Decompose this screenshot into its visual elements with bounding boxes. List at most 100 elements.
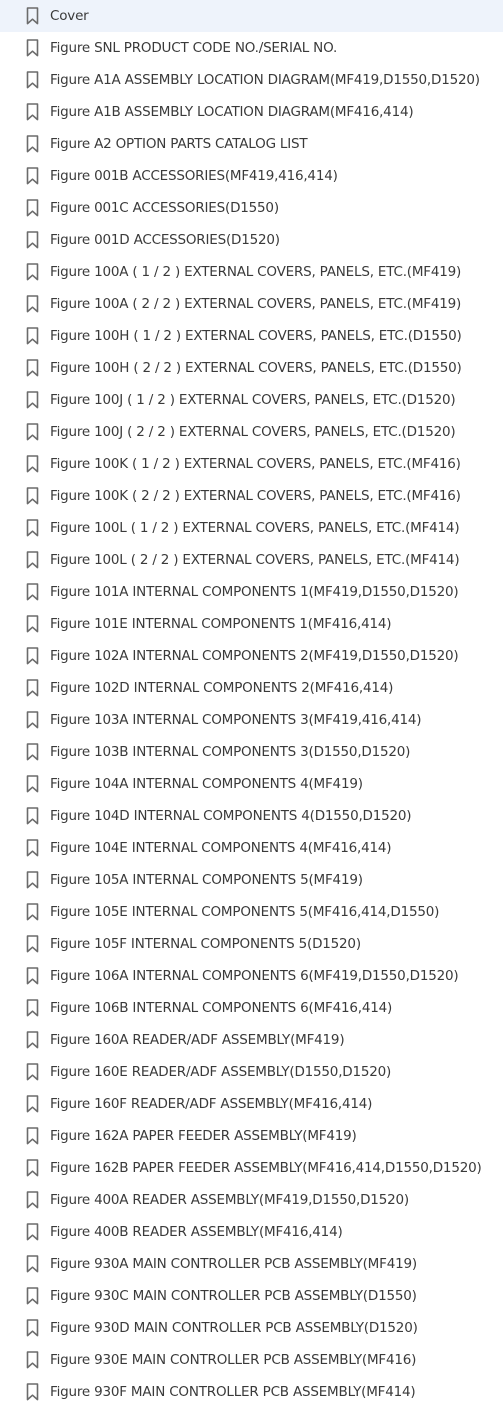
bookmark-item[interactable]: Figure 100J ( 1 / 2 ) EXTERNAL COVERS, P…: [0, 384, 503, 416]
bookmark-item[interactable]: Figure 106B INTERNAL COMPONENTS 6(MF416,…: [0, 992, 503, 1024]
bookmark-label: Figure 160A READER/ADF ASSEMBLY(MF419): [50, 1032, 345, 1048]
bookmark-icon: [26, 775, 39, 793]
bookmark-item[interactable]: Figure 162B PAPER FEEDER ASSEMBLY(MF416,…: [0, 1152, 503, 1184]
bookmark-label: Figure 160F READER/ADF ASSEMBLY(MF416,41…: [50, 1096, 373, 1112]
bookmark-icon: [26, 519, 39, 537]
bookmark-item[interactable]: Figure 101E INTERNAL COMPONENTS 1(MF416,…: [0, 608, 503, 640]
bookmark-item[interactable]: Figure 930C MAIN CONTROLLER PCB ASSEMBLY…: [0, 1280, 503, 1312]
bookmark-item[interactable]: Figure 100A ( 1 / 2 ) EXTERNAL COVERS, P…: [0, 256, 503, 288]
bookmark-label: Figure 100K ( 1 / 2 ) EXTERNAL COVERS, P…: [50, 456, 461, 472]
bookmark-label: Figure 400B READER ASSEMBLY(MF416,414): [50, 1224, 343, 1240]
bookmark-icon: [26, 711, 39, 729]
bookmark-label: Figure 100A ( 1 / 2 ) EXTERNAL COVERS, P…: [50, 264, 462, 280]
bookmark-item[interactable]: Figure 106A INTERNAL COMPONENTS 6(MF419,…: [0, 960, 503, 992]
bookmark-label: Figure 105F INTERNAL COMPONENTS 5(D1520): [50, 936, 361, 952]
bookmark-item[interactable]: Figure 104D INTERNAL COMPONENTS 4(D1550,…: [0, 800, 503, 832]
bookmark-label: Figure 100J ( 2 / 2 ) EXTERNAL COVERS, P…: [50, 424, 456, 440]
bookmark-item[interactable]: Figure 100H ( 1 / 2 ) EXTERNAL COVERS, P…: [0, 320, 503, 352]
bookmark-item[interactable]: Figure 400B READER ASSEMBLY(MF416,414): [0, 1216, 503, 1248]
bookmark-item[interactable]: Figure 100J ( 2 / 2 ) EXTERNAL COVERS, P…: [0, 416, 503, 448]
bookmark-item[interactable]: Figure 160A READER/ADF ASSEMBLY(MF419): [0, 1024, 503, 1056]
bookmark-item[interactable]: Cover: [0, 0, 503, 32]
bookmark-icon: [26, 263, 39, 281]
bookmark-item[interactable]: Figure 001C ACCESSORIES(D1550): [0, 192, 503, 224]
bookmark-item[interactable]: Figure 104E INTERNAL COMPONENTS 4(MF416,…: [0, 832, 503, 864]
bookmark-icon: [26, 39, 39, 57]
bookmark-icon: [26, 231, 39, 249]
bookmark-icon: [26, 1095, 39, 1113]
bookmark-icon: [26, 551, 39, 569]
bookmark-icon: [26, 487, 39, 505]
bookmark-item[interactable]: Figure 102D INTERNAL COMPONENTS 2(MF416,…: [0, 672, 503, 704]
bookmark-icon: [26, 359, 39, 377]
bookmark-item[interactable]: Figure A1A ASSEMBLY LOCATION DIAGRAM(MF4…: [0, 64, 503, 96]
bookmark-icon: [26, 967, 39, 985]
bookmark-label: Figure 105E INTERNAL COMPONENTS 5(MF416,…: [50, 904, 440, 920]
bookmark-label: Figure 104E INTERNAL COMPONENTS 4(MF416,…: [50, 840, 392, 856]
bookmark-label: Figure 162A PAPER FEEDER ASSEMBLY(MF419): [50, 1128, 357, 1144]
bookmark-label: Figure 106A INTERNAL COMPONENTS 6(MF419,…: [50, 968, 459, 984]
bookmark-icon: [26, 903, 39, 921]
bookmark-icon: [26, 455, 39, 473]
bookmark-item[interactable]: Figure 160F READER/ADF ASSEMBLY(MF416,41…: [0, 1088, 503, 1120]
bookmark-icon: [26, 167, 39, 185]
bookmark-item[interactable]: Figure 001B ACCESSORIES(MF419,416,414): [0, 160, 503, 192]
bookmark-item[interactable]: Figure 100K ( 2 / 2 ) EXTERNAL COVERS, P…: [0, 480, 503, 512]
bookmark-item[interactable]: Figure 930A MAIN CONTROLLER PCB ASSEMBLY…: [0, 1248, 503, 1280]
bookmark-item[interactable]: Figure 105E INTERNAL COMPONENTS 5(MF416,…: [0, 896, 503, 928]
bookmark-item[interactable]: Figure A1B ASSEMBLY LOCATION DIAGRAM(MF4…: [0, 96, 503, 128]
bookmark-item[interactable]: Figure 160E READER/ADF ASSEMBLY(D1550,D1…: [0, 1056, 503, 1088]
bookmark-icon: [26, 1031, 39, 1049]
bookmark-item[interactable]: Figure 930E MAIN CONTROLLER PCB ASSEMBLY…: [0, 1344, 503, 1376]
bookmark-item[interactable]: Figure 105A INTERNAL COMPONENTS 5(MF419): [0, 864, 503, 896]
bookmark-label: Figure 100K ( 2 / 2 ) EXTERNAL COVERS, P…: [50, 488, 461, 504]
bookmark-icon: [26, 743, 39, 761]
bookmark-item[interactable]: Figure 930F MAIN CONTROLLER PCB ASSEMBLY…: [0, 1376, 503, 1408]
bookmark-icon: [26, 1159, 39, 1177]
bookmark-icon: [26, 423, 39, 441]
bookmark-label: Figure 930E MAIN CONTROLLER PCB ASSEMBLY…: [50, 1352, 417, 1368]
bookmark-item[interactable]: Figure 100A ( 2 / 2 ) EXTERNAL COVERS, P…: [0, 288, 503, 320]
bookmark-label: Figure 930F MAIN CONTROLLER PCB ASSEMBLY…: [50, 1384, 416, 1400]
bookmark-item[interactable]: Figure SNL PRODUCT CODE NO./SERIAL NO.: [0, 32, 503, 64]
bookmark-item[interactable]: Figure 100K ( 1 / 2 ) EXTERNAL COVERS, P…: [0, 448, 503, 480]
bookmark-label: Figure A2 OPTION PARTS CATALOG LIST: [50, 136, 308, 152]
bookmark-icon: [26, 391, 39, 409]
bookmark-item[interactable]: Figure 102A INTERNAL COMPONENTS 2(MF419,…: [0, 640, 503, 672]
bookmark-label: Figure 001B ACCESSORIES(MF419,416,414): [50, 168, 338, 184]
bookmark-item[interactable]: Figure 101A INTERNAL COMPONENTS 1(MF419,…: [0, 576, 503, 608]
bookmark-label: Cover: [50, 8, 89, 24]
bookmark-icon: [26, 7, 39, 25]
bookmark-label: Figure 400A READER ASSEMBLY(MF419,D1550,…: [50, 1192, 409, 1208]
bookmark-label: Figure 100J ( 1 / 2 ) EXTERNAL COVERS, P…: [50, 392, 456, 408]
bookmark-item[interactable]: Figure 400A READER ASSEMBLY(MF419,D1550,…: [0, 1184, 503, 1216]
bookmark-item[interactable]: Figure 100L ( 1 / 2 ) EXTERNAL COVERS, P…: [0, 512, 503, 544]
bookmark-icon: [26, 1383, 39, 1401]
bookmark-item[interactable]: Figure 100H ( 2 / 2 ) EXTERNAL COVERS, P…: [0, 352, 503, 384]
bookmark-item[interactable]: Figure 103B INTERNAL COMPONENTS 3(D1550,…: [0, 736, 503, 768]
bookmark-item[interactable]: Figure A2 OPTION PARTS CATALOG LIST: [0, 128, 503, 160]
bookmark-label: Figure 160E READER/ADF ASSEMBLY(D1550,D1…: [50, 1064, 392, 1080]
bookmark-icon: [26, 871, 39, 889]
bookmark-icon: [26, 1223, 39, 1241]
bookmark-item[interactable]: Figure 103A INTERNAL COMPONENTS 3(MF419,…: [0, 704, 503, 736]
bookmark-label: Figure 101E INTERNAL COMPONENTS 1(MF416,…: [50, 616, 392, 632]
bookmark-label: Figure 103A INTERNAL COMPONENTS 3(MF419,…: [50, 712, 422, 728]
bookmark-item[interactable]: Figure 162A PAPER FEEDER ASSEMBLY(MF419): [0, 1120, 503, 1152]
bookmark-icon: [26, 679, 39, 697]
bookmark-item[interactable]: Figure 001D ACCESSORIES(D1520): [0, 224, 503, 256]
bookmark-icon: [26, 583, 39, 601]
bookmark-item[interactable]: Figure 930D MAIN CONTROLLER PCB ASSEMBLY…: [0, 1312, 503, 1344]
bookmark-item[interactable]: Figure 105F INTERNAL COMPONENTS 5(D1520): [0, 928, 503, 960]
bookmark-label: Figure 102D INTERNAL COMPONENTS 2(MF416,…: [50, 680, 394, 696]
bookmark-label: Figure 104D INTERNAL COMPONENTS 4(D1550,…: [50, 808, 412, 824]
bookmark-icon: [26, 327, 39, 345]
bookmark-icon: [26, 199, 39, 217]
bookmark-item[interactable]: Figure 100L ( 2 / 2 ) EXTERNAL COVERS, P…: [0, 544, 503, 576]
bookmark-label: Figure 106B INTERNAL COMPONENTS 6(MF416,…: [50, 1000, 393, 1016]
bookmark-label: Figure SNL PRODUCT CODE NO./SERIAL NO.: [50, 40, 338, 56]
bookmark-label: Figure 930C MAIN CONTROLLER PCB ASSEMBLY…: [50, 1288, 417, 1304]
bookmark-label: Figure 101A INTERNAL COMPONENTS 1(MF419,…: [50, 584, 459, 600]
bookmark-item[interactable]: Figure 104A INTERNAL COMPONENTS 4(MF419): [0, 768, 503, 800]
bookmark-label: Figure 102A INTERNAL COMPONENTS 2(MF419,…: [50, 648, 459, 664]
